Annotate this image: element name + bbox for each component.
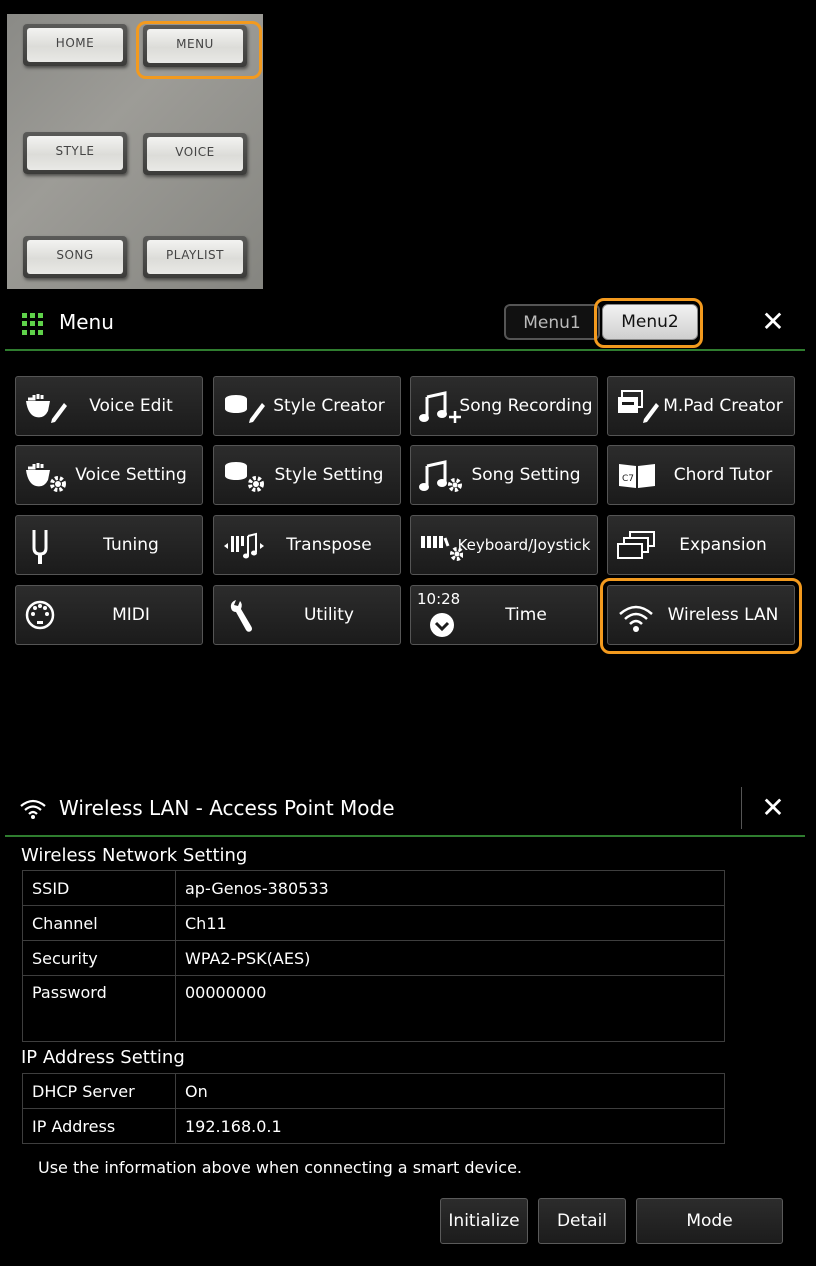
hw-style-label: STYLE	[27, 136, 123, 170]
midi-button[interactable]: MIDI	[15, 585, 203, 645]
hw-style-button: STYLE	[23, 132, 127, 174]
chord-tutor-icon: C7	[619, 464, 655, 488]
ip-address-table: DHCP Server On IP Address 192.168.0.1	[22, 1073, 725, 1144]
initialize-button[interactable]: Initialize	[440, 1198, 528, 1244]
mpad-creator-icon	[618, 390, 659, 423]
style-setting-label: Style Setting	[274, 465, 384, 485]
ssid-key: SSID	[22, 870, 176, 906]
mode-button[interactable]: Mode	[636, 1198, 783, 1244]
menu2-tab-highlight	[594, 298, 703, 348]
table-row: Channel Ch11	[22, 905, 725, 941]
transpose-button[interactable]: Transpose	[213, 515, 401, 575]
menu-titlebar: Menu Menu1 Menu2 ✕	[5, 295, 805, 351]
wlan-title-divider	[741, 787, 742, 829]
wireless-network-section-title: Wireless Network Setting	[21, 845, 248, 866]
connection-note: Use the information above when connectin…	[38, 1158, 522, 1177]
clock-time-text: 10:28	[417, 590, 461, 608]
style-creator-label: Style Creator	[273, 396, 385, 416]
wrench-icon	[230, 600, 252, 632]
style-setting-icon	[225, 462, 264, 492]
expansion-button[interactable]: Expansion	[607, 515, 795, 575]
channel-value: Ch11	[175, 905, 725, 941]
voice-setting-label: Voice Setting	[75, 465, 187, 485]
tuning-fork-icon	[32, 530, 48, 564]
security-value: WPA2-PSK(AES)	[175, 940, 725, 976]
keyboard-joystick-label: Keyboard/Joystick	[457, 536, 591, 554]
table-row: Security WPA2-PSK(AES)	[22, 940, 725, 976]
chord-tutor-icon-text: C7	[622, 474, 634, 484]
hw-voice-label: VOICE	[147, 137, 243, 171]
voice-edit-label: Voice Edit	[89, 396, 173, 416]
tuning-button[interactable]: Tuning	[15, 515, 203, 575]
chord-tutor-label: Chord Tutor	[673, 465, 773, 485]
security-key: Security	[22, 940, 176, 976]
utility-button[interactable]: Utility	[213, 585, 401, 645]
menu-button-highlight	[136, 21, 262, 79]
voice-setting-icon	[26, 463, 66, 492]
wlan-close-icon[interactable]: ✕	[753, 788, 793, 828]
transpose-icon	[224, 532, 264, 559]
wlan-title: Wireless LAN - Access Point Mode	[59, 796, 395, 820]
style-creator-button[interactable]: Style Creator	[213, 376, 401, 436]
expansion-icon	[617, 531, 655, 559]
panel-photo: HOME MENU STYLE VOICE SONG PLAYLIST	[7, 14, 263, 289]
time-label: Time	[505, 605, 547, 625]
table-row: SSID ap-Genos-380533	[22, 870, 725, 906]
expansion-label: Expansion	[679, 535, 767, 555]
table-row: DHCP Server On	[22, 1073, 725, 1109]
wlan-titlebar: Wireless LAN - Access Point Mode ✕	[5, 781, 805, 837]
keyboard-joystick-button[interactable]: Keyboard/Joystick	[410, 515, 598, 575]
ip-address-value: 192.168.0.1	[175, 1108, 725, 1144]
wireless-network-table: SSID ap-Genos-380533 Channel Ch11 Securi…	[22, 870, 725, 1042]
style-setting-button[interactable]: Style Setting	[213, 445, 401, 505]
midi-label: MIDI	[112, 605, 150, 625]
grid-menu-icon	[22, 313, 44, 335]
song-recording-label: Song Recording	[459, 396, 593, 416]
song-recording-icon	[419, 391, 461, 423]
mpad-creator-button[interactable]: M.Pad Creator	[607, 376, 795, 436]
mpad-creator-label: M.Pad Creator	[663, 396, 783, 416]
hw-playlist-button: PLAYLIST	[143, 236, 247, 278]
style-creator-icon	[225, 395, 265, 423]
hw-home-button: HOME	[23, 24, 127, 66]
song-recording-button[interactable]: Song Recording	[410, 376, 598, 436]
hw-voice-button: VOICE	[143, 133, 247, 175]
time-button[interactable]: 10:28 Time	[410, 585, 598, 645]
ssid-value: ap-Genos-380533	[175, 870, 725, 906]
voice-setting-button[interactable]: Voice Setting	[15, 445, 203, 505]
password-value: 00000000	[175, 975, 725, 1042]
password-key: Password	[22, 975, 176, 1042]
ip-address-key: IP Address	[22, 1108, 176, 1144]
wireless-lan-highlight	[600, 578, 802, 654]
ip-address-section-title: IP Address Setting	[21, 1047, 185, 1068]
hw-home-label: HOME	[27, 28, 123, 62]
hw-song-button: SONG	[23, 236, 127, 278]
menu-title: Menu	[59, 310, 114, 334]
dhcp-server-value: On	[175, 1073, 725, 1109]
clock-icon	[430, 613, 454, 637]
song-setting-icon	[419, 460, 462, 492]
channel-key: Channel	[22, 905, 176, 941]
midi-icon	[25, 600, 55, 630]
chord-tutor-button[interactable]: C7 Chord Tutor	[607, 445, 795, 505]
voice-edit-icon	[26, 394, 67, 423]
table-row: Password 00000000	[22, 975, 725, 1042]
song-setting-label: Song Setting	[471, 465, 581, 485]
tab-menu1[interactable]: Menu1	[504, 304, 600, 340]
close-icon[interactable]: ✕	[753, 302, 793, 342]
voice-edit-button[interactable]: Voice Edit	[15, 376, 203, 436]
transpose-label: Transpose	[286, 535, 372, 555]
tuning-label: Tuning	[103, 535, 159, 555]
dhcp-server-key: DHCP Server	[22, 1073, 176, 1109]
utility-label: Utility	[303, 605, 354, 625]
hw-playlist-label: PLAYLIST	[147, 240, 243, 274]
wlan-title-wifi-icon	[20, 799, 46, 819]
detail-button[interactable]: Detail	[538, 1198, 626, 1244]
song-setting-button[interactable]: Song Setting	[410, 445, 598, 505]
hw-song-label: SONG	[27, 240, 123, 274]
table-row: IP Address 192.168.0.1	[22, 1108, 725, 1144]
